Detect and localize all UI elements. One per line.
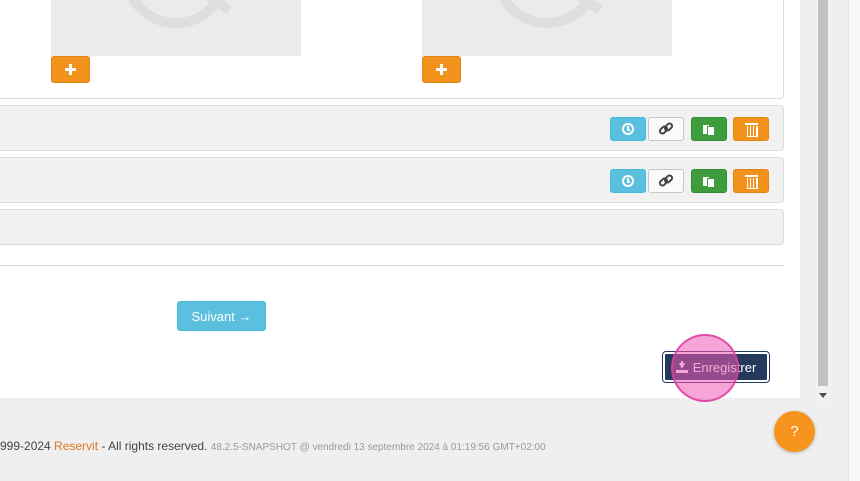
list-item	[0, 157, 784, 203]
rights-text: - All rights reserved.	[98, 439, 211, 453]
footer: 999-2024 Reservit - All rights reserved.…	[0, 410, 848, 481]
add-photo-button[interactable]	[51, 56, 90, 83]
link-icon	[657, 120, 675, 137]
brand-link[interactable]: Reservit	[54, 439, 98, 453]
list-item	[0, 209, 784, 245]
next-button[interactable]: Suivant →	[177, 301, 266, 331]
link-button[interactable]	[648, 169, 684, 193]
copy-icon	[702, 175, 716, 188]
trash-icon	[744, 174, 758, 189]
link-button[interactable]	[648, 117, 684, 141]
duplicate-button[interactable]	[691, 117, 727, 141]
clock-icon	[622, 175, 634, 187]
add-photo-button[interactable]	[422, 56, 461, 83]
trash-icon	[744, 122, 758, 137]
copy-icon	[702, 123, 716, 136]
scroll-down-icon[interactable]	[819, 393, 827, 398]
save-button-label: Enregistrer	[692, 359, 757, 375]
vertical-scrollbar[interactable]	[816, 0, 831, 406]
photo-panel	[0, 0, 784, 99]
version-text: 48.2.5-SNAPSHOT @ vendredi 13 septembre …	[210, 442, 546, 453]
main-content: Suivant → Enregistrer	[0, 0, 800, 402]
list-item	[0, 105, 784, 151]
history-button[interactable]	[610, 169, 646, 193]
copyright-years: 999-2024	[0, 439, 55, 453]
window-edge	[848, 0, 860, 481]
photo-placeholder	[51, 0, 301, 56]
footer-text: 999-2024 Reservit - All rights reserved.…	[0, 439, 546, 453]
download-icon	[675, 361, 688, 373]
save-button[interactable]: Enregistrer	[662, 351, 770, 383]
delete-button[interactable]	[733, 169, 769, 193]
link-icon	[657, 172, 675, 189]
photo-placeholder	[422, 0, 672, 56]
plus-icon	[436, 64, 447, 75]
duplicate-button[interactable]	[691, 169, 727, 193]
help-button[interactable]: ?	[774, 411, 815, 452]
history-button[interactable]	[610, 117, 646, 141]
no-image-icon	[492, 0, 602, 28]
no-image-icon	[121, 0, 231, 28]
clock-icon	[622, 123, 634, 135]
delete-button[interactable]	[733, 117, 769, 141]
plus-icon	[65, 64, 76, 75]
scrollbar-thumb[interactable]	[818, 0, 828, 386]
divider	[0, 265, 784, 266]
